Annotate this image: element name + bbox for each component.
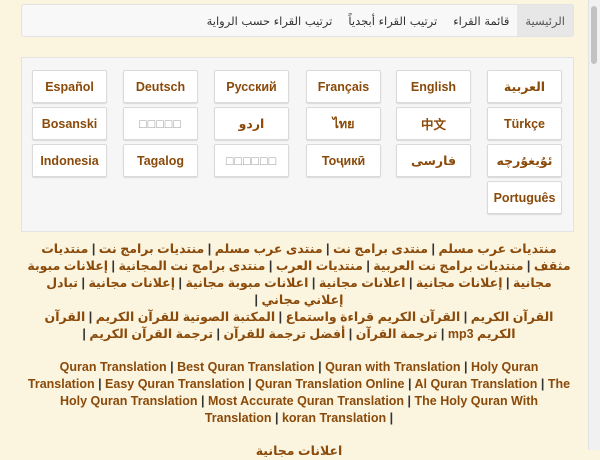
link-separator: | [94, 377, 106, 391]
link-separator: | [213, 327, 224, 341]
arabic-forums-links: منتديات عرب مسلم | منتدى برامج نت | منتد… [26, 241, 572, 309]
text-link[interactable]: اعلانات مبوبة مجانية [185, 276, 308, 290]
link-separator: | [275, 310, 286, 324]
link-separator: | [265, 259, 276, 273]
lang-button-persian[interactable]: فارسی [396, 144, 471, 177]
link-separator: | [175, 276, 186, 290]
link-separator: | [271, 411, 282, 425]
text-link[interactable]: القرآن الكريم قراءة واستماع [286, 310, 461, 324]
lang-button-bosnian[interactable]: Bosanski [32, 107, 107, 140]
lang-button-uyghur[interactable]: ئۇيغۇرچە [487, 144, 562, 177]
nav-item-reciters-list[interactable]: قائمة القراء [445, 5, 517, 36]
lang-button-unrendered-2[interactable]: □□□□□□ [214, 144, 289, 177]
text-link[interactable]: إعلانات مجانية [416, 276, 503, 290]
lang-button-chinese[interactable]: 中文 [396, 107, 471, 140]
lang-button-tajik[interactable]: Тоҷикӣ [306, 144, 381, 177]
link-separator: | [322, 242, 334, 256]
link-separator: | [428, 242, 439, 256]
quran-translation-links: Quran Translation | Best Quran Translati… [26, 359, 572, 427]
link-separator: | [460, 360, 471, 374]
link-separator: | [308, 276, 319, 290]
scrollbar-thumb[interactable] [591, 6, 597, 64]
lang-button-french[interactable]: Français [306, 70, 381, 103]
link-separator: | [85, 310, 96, 324]
text-link[interactable]: أفضل ترجمة للقرآن [223, 327, 345, 341]
nav-item-reciters-by-narration[interactable]: ترتيب القراء حسب الرواية [199, 5, 341, 36]
link-separator: | [314, 360, 326, 374]
link-separator: | [166, 360, 178, 374]
lang-button-english[interactable]: English [396, 70, 471, 103]
text-link[interactable]: إعلانات مجانية [88, 276, 175, 290]
text-link[interactable]: Best Quran Translation [177, 360, 315, 374]
link-separator: | [386, 411, 394, 425]
link-separator: | [404, 394, 415, 408]
lang-button-turkish[interactable]: Türkçe [487, 107, 562, 140]
page-scrollbar[interactable] [588, 0, 600, 450]
link-separator: | [537, 377, 548, 391]
text-link[interactable]: منتدى برامج نت المجانية [119, 259, 266, 273]
lang-button-spanish[interactable]: Español [32, 70, 107, 103]
lang-button-russian[interactable]: Русский [214, 70, 289, 103]
text-link[interactable]: القرآن الكريم [471, 310, 554, 324]
link-separator: | [88, 242, 99, 256]
lang-button-german[interactable]: Deutsch [123, 70, 198, 103]
text-link[interactable]: Quran Translation Online [255, 377, 404, 391]
link-separator: | [437, 327, 448, 341]
lang-button-urdu[interactable]: اردو [214, 107, 289, 140]
text-link[interactable]: اعلانات مجانية [319, 276, 406, 290]
text-link[interactable]: منتديات برامج نت [99, 242, 205, 256]
partial-links-row: اعلانات مجانية [26, 443, 572, 460]
link-separator: | [523, 259, 534, 273]
link-partial[interactable]: اعلانات مجانية [256, 444, 343, 458]
lang-button-arabic[interactable]: العربية [487, 70, 562, 103]
text-link[interactable]: منتديات برامج نت العربية [373, 259, 523, 273]
text-link[interactable]: ترجمة القرآن [356, 327, 438, 341]
link-separator: | [78, 276, 89, 290]
lang-button-portuguese[interactable]: Português [487, 181, 562, 214]
text-link[interactable]: منتديات عرب مسلم [438, 242, 556, 256]
link-separator: | [108, 259, 119, 273]
link-separator: | [204, 242, 215, 256]
link-separator: | [244, 377, 256, 391]
link-separator: | [502, 276, 513, 290]
quran-arabic-links: القرآن الكريم | القرآن الكريم قراءة واست… [26, 309, 572, 343]
text-link[interactable]: منتدى عرب مسلم [215, 242, 323, 256]
lang-button-tagalog[interactable]: Tagalog [123, 144, 198, 177]
text-link[interactable]: منتدى برامج نت [333, 242, 428, 256]
text-link[interactable]: Quran Translation [60, 360, 167, 374]
lang-button-indonesian[interactable]: Indonesia [32, 144, 107, 177]
link-separator: | [404, 377, 415, 391]
link-separator: | [405, 276, 416, 290]
lang-button-unrendered-1[interactable]: □□□□□ [123, 107, 198, 140]
lang-button-thai[interactable]: ไทย [306, 107, 381, 140]
text-link[interactable]: Most Accurate Quran Translation [208, 394, 404, 408]
link-separator: | [254, 293, 262, 307]
nav-item-reciters-alphabetical[interactable]: ترتيب القراء أبجدياً [340, 5, 445, 36]
link-separator: | [460, 310, 471, 324]
text-link[interactable]: منتديات العرب [276, 259, 363, 273]
link-separator: | [197, 394, 208, 408]
link-separator: | [362, 259, 374, 273]
nav-item-home[interactable]: الرئيسية [517, 5, 573, 36]
link-separator: | [345, 327, 356, 341]
main-navbar: الرئيسية قائمة القراء ترتيب القراء أبجدي… [21, 4, 574, 37]
text-link[interactable]: Quran with Translation [325, 360, 460, 374]
text-link[interactable]: ترجمة القرآن الكريم [89, 327, 213, 341]
text-link[interactable]: koran Translation [282, 411, 386, 425]
text-link[interactable]: المكتبة الصوتية للقرآن الكريم [96, 310, 275, 324]
text-link[interactable]: Easy Quran Translation [105, 377, 245, 391]
text-link[interactable]: Al Quran Translation [414, 377, 537, 391]
language-panel: العربية English Français Русский Deutsch… [21, 57, 574, 232]
